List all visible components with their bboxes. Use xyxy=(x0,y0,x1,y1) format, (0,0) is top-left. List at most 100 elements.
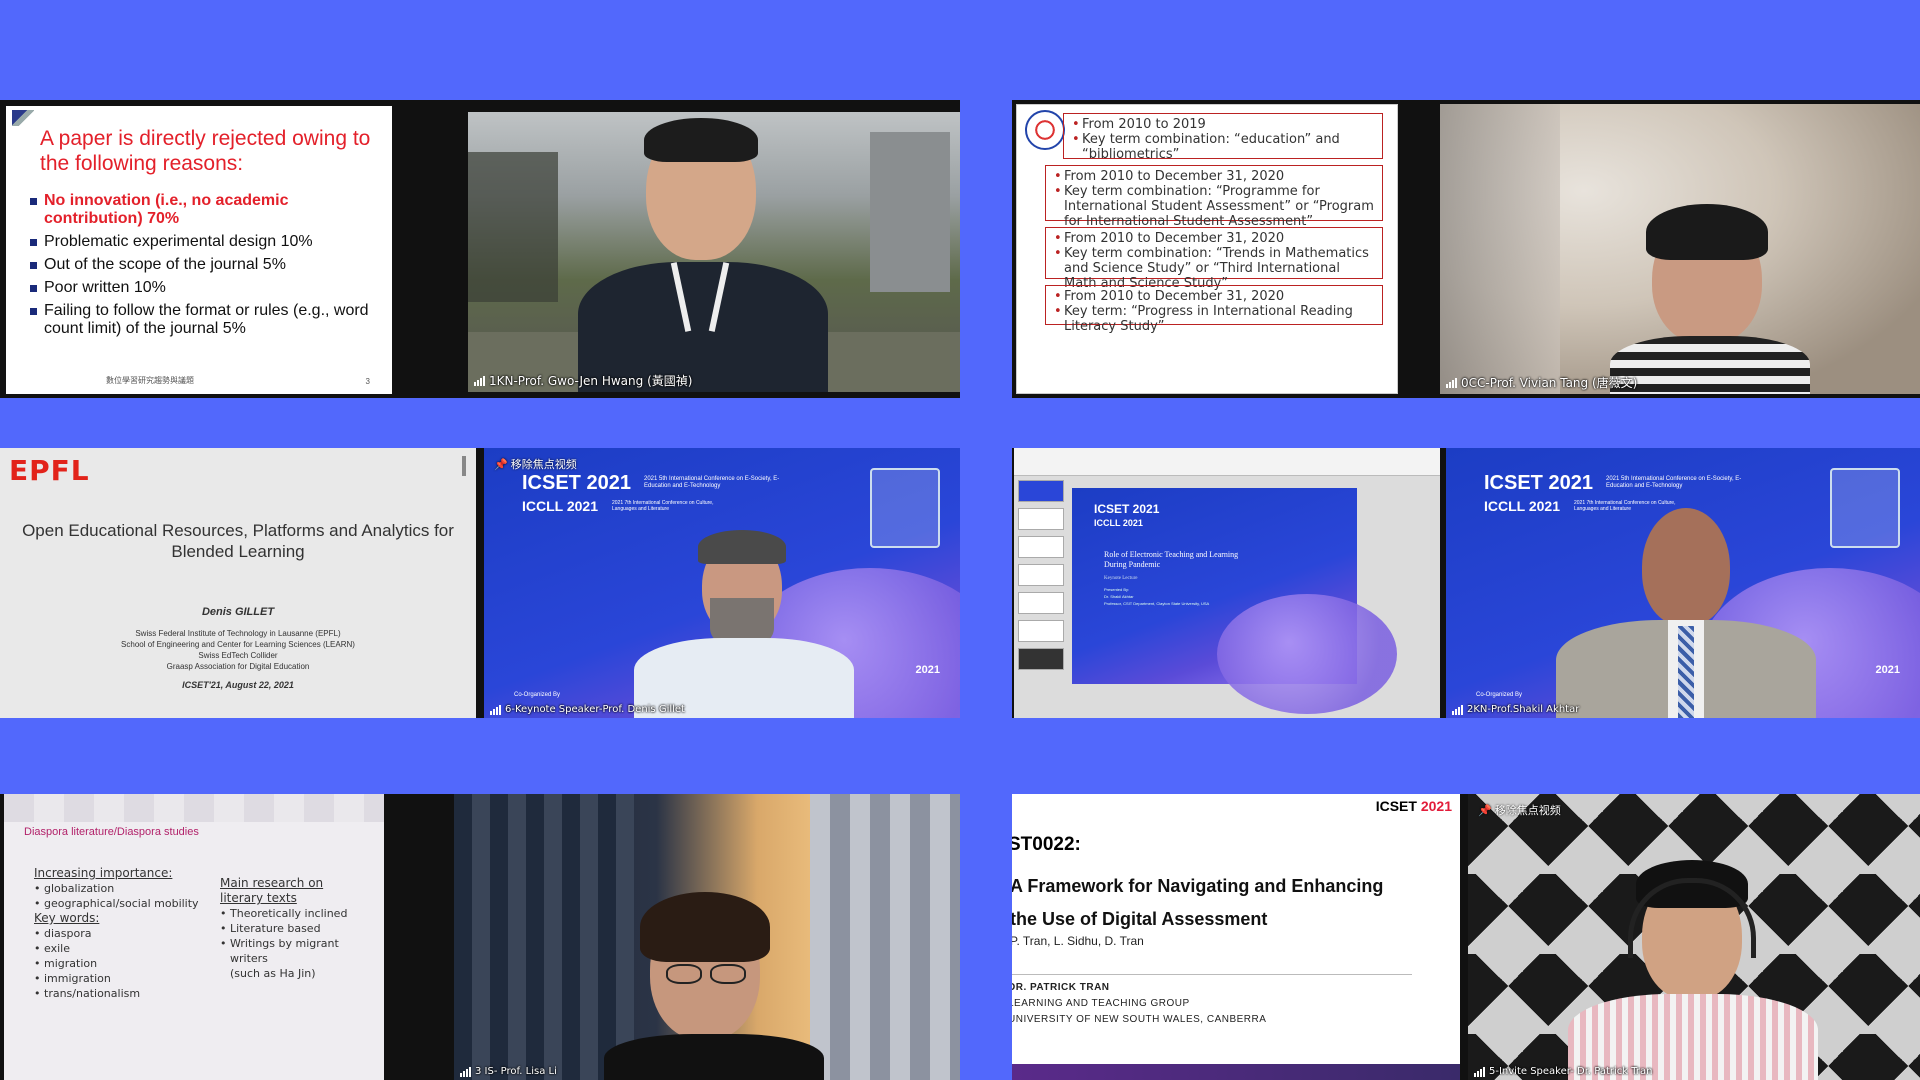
icset-subtitle: 2021 5th International Conference on E-S… xyxy=(644,476,780,489)
icset-title: ICSET 2021 xyxy=(522,472,631,494)
column-item: immigration xyxy=(34,971,214,986)
slide-affiliations: Swiss Federal Institute of Technology in… xyxy=(0,628,476,672)
paper-code: ST0022: xyxy=(1012,834,1081,855)
column-item: exile xyxy=(34,941,214,956)
participant-video-gillet[interactable]: ICSET 2021 2021 5th International Confer… xyxy=(484,448,960,718)
term-box-line: Key term: “Progress in International Rea… xyxy=(1054,304,1374,334)
presenter-line: Professor, CSIT Department, Clayton Stat… xyxy=(1104,601,1210,606)
term-box-line: From 2010 to December 31, 2020 xyxy=(1054,169,1374,184)
paper-authors: P. Tran, L. Sidhu, D. Tran xyxy=(1012,934,1144,948)
tile-tang[interactable]: From 2010 to 2019Key term combination: “… xyxy=(1012,100,1920,398)
computer-illustration-icon xyxy=(870,468,940,548)
lecture-title: Role of Electronic Teaching and Learning… xyxy=(1104,550,1239,581)
shared-slide-diaspora: Diaspora literature/Diaspora studies Inc… xyxy=(4,794,384,1080)
slide-page-number: 3 xyxy=(365,377,370,386)
tile-hwang[interactable]: A paper is directly rejected owing to th… xyxy=(0,100,960,398)
term-box-line: Key term combination: “Programme for Int… xyxy=(1054,184,1374,229)
affiliation-line: Swiss Federal Institute of Technology in… xyxy=(135,629,341,638)
participant-name-li: 3 IS- Prof. Lisa Li xyxy=(460,1066,557,1077)
slide-corner-logo xyxy=(12,110,34,126)
slide-left-column: Increasing importance:globalizationgeogr… xyxy=(34,866,214,1001)
slide-title: A paper is directly rejected owing to th… xyxy=(40,127,371,175)
column-item: diaspora xyxy=(34,926,214,941)
slide-bullet-list: No innovation (i.e., no academic contrib… xyxy=(30,192,390,343)
epfl-logo: EPFL xyxy=(9,454,90,487)
column-item: geographical/social mobility xyxy=(34,896,214,911)
column-heading: Main research on literary texts xyxy=(220,876,324,905)
icset-brand: ICSET 2021 xyxy=(1375,798,1452,814)
participant-name-tang: 0CC-Prof. Vivian Tang (唐薇文) xyxy=(1446,374,1637,391)
signal-icon xyxy=(1452,704,1463,715)
participant-video-tang[interactable]: 0CC-Prof. Vivian Tang (唐薇文) xyxy=(1440,104,1920,394)
term-box-line: From 2010 to December 31, 2020 xyxy=(1054,231,1374,246)
slide-bullet-item: Failing to follow the format or rules (e… xyxy=(30,302,390,338)
co-organized-label: Co-Organized By xyxy=(514,692,561,698)
lecture-presenter: Presented By: Dr. Shakil Akhtar Professor,… xyxy=(1104,586,1209,607)
shared-slide-rejection-reasons: A paper is directly rejected owing to th… xyxy=(6,106,392,394)
ppt-ribbon[interactable] xyxy=(1014,448,1440,476)
iccll-title: ICCLL 2021 xyxy=(522,498,598,514)
term-box-line: From 2010 to 2019 xyxy=(1072,117,1374,132)
term-box-line: From 2010 to December 31, 2020 xyxy=(1054,289,1374,304)
participant-video-hwang[interactable]: 1KN-Prof. Gwo-Jen Hwang (黃國禎) xyxy=(468,112,960,392)
signal-icon xyxy=(490,704,501,715)
university-logo-icon xyxy=(1025,110,1065,150)
slide-scrollbar xyxy=(462,456,466,476)
column-item: globalization xyxy=(34,881,214,896)
term-box: From 2010 to December 31, 2020Key term: … xyxy=(1045,285,1383,334)
column-heading: Increasing importance: xyxy=(34,866,173,880)
presenter-info: DR. PATRICK TRAN LEARNING AND TEACHING G… xyxy=(1012,982,1267,1025)
ppt-main-slide: ICSET 2021 ICCLL 2021 Role of Electronic… xyxy=(1072,488,1397,714)
term-box: From 2010 to 2019Key term combination: “… xyxy=(1063,113,1383,162)
tile-gillet[interactable]: EPFL Open Educational Resources, Platfor… xyxy=(0,448,960,718)
participant-name-gillet: 6-Keynote Speaker-Prof. Denis Gillet xyxy=(490,704,685,715)
signal-icon xyxy=(1446,377,1457,388)
unpin-video-button[interactable]: 📌 移除焦点视频 xyxy=(494,456,577,472)
affiliation-line: Graasp Association for Digital Education xyxy=(166,662,310,671)
term-box-line: Key term combination: “education” and “b… xyxy=(1072,132,1374,162)
presenter-line: Presented By: xyxy=(1104,587,1130,592)
shared-powerpoint-editor: ICSET 2021 ICCLL 2021 Role of Electronic… xyxy=(1014,448,1440,718)
tile-tran[interactable]: ICSET 2021 ST0022: A Framework for Navig… xyxy=(1012,794,1920,1080)
participant-video-li[interactable]: 3 IS- Prof. Lisa Li xyxy=(454,794,960,1080)
column-item: Theoretically inclined xyxy=(220,906,370,921)
tile-li[interactable]: Diaspora literature/Diaspora studies Inc… xyxy=(0,794,960,1080)
shared-slide-st0022: ICSET 2021 ST0022: A Framework for Navig… xyxy=(1012,794,1460,1080)
participant-name-tran: 5-Invite Speaker- Dr. Patrick Tran xyxy=(1474,1066,1652,1077)
slide-right-column: Main research on literary textsTheoretic… xyxy=(220,876,370,981)
slide-footer: 數位學習研究趨勢與議題 xyxy=(106,376,194,385)
slide-title: Diaspora literature/Diaspora studies xyxy=(24,826,199,838)
signal-icon xyxy=(460,1066,471,1077)
computer-illustration-icon xyxy=(1830,468,1900,548)
column-item: Writings by migrant writers xyxy=(220,936,370,966)
ppt-thumbnails[interactable] xyxy=(1018,480,1064,712)
signal-icon xyxy=(474,375,485,386)
slide-bullet-item: Problematic experimental design 10% xyxy=(30,233,390,251)
column-heading: Key words: xyxy=(34,911,100,925)
slide-bullet-item: Out of the scope of the journal 5% xyxy=(30,256,390,274)
affiliation-line: School of Engineering and Center for Lea… xyxy=(121,640,355,649)
column-note: (such as Ha Jin) xyxy=(230,967,316,980)
paper-title: A Framework for Navigating and Enhancing… xyxy=(1012,876,1384,929)
tile-akhtar[interactable]: ICSET 2021 ICCLL 2021 Role of Electronic… xyxy=(1012,448,1920,718)
participant-name-hwang: 1KN-Prof. Gwo-Jen Hwang (黃國禎) xyxy=(474,372,692,389)
slide-date: ICSET'21, August 22, 2021 xyxy=(182,680,294,690)
term-box: From 2010 to December 31, 2020Key term c… xyxy=(1045,227,1383,291)
participant-video-akhtar[interactable]: ICSET 2021 2021 5th International Confer… xyxy=(1446,448,1920,718)
slide-author: Denis GILLET xyxy=(201,606,275,618)
column-item: trans/nationalism xyxy=(34,986,214,1001)
slide-title: Open Educational Resources, Platforms an… xyxy=(22,521,454,561)
shared-slide-search-terms: From 2010 to 2019Key term combination: “… xyxy=(1016,104,1398,394)
pin-icon: 📌 xyxy=(1478,803,1492,817)
slide-bullet-item: Poor written 10% xyxy=(30,279,390,297)
slide-bullet-item: No innovation (i.e., no academic contrib… xyxy=(30,192,390,228)
column-item: migration xyxy=(34,956,214,971)
affiliation-line: Swiss EdTech Collider xyxy=(198,651,278,660)
participant-video-tran[interactable]: 📌 移除焦点视频 5-Invite Speaker- Dr. Patrick T… xyxy=(1468,794,1920,1080)
unpin-video-button[interactable]: 📌 移除焦点视频 xyxy=(1478,802,1561,818)
term-box: From 2010 to December 31, 2020Key term c… xyxy=(1045,165,1383,229)
pin-icon: 📌 xyxy=(494,457,508,471)
iccll-subtitle: 2021 7th International Conference on Cul… xyxy=(612,500,714,512)
conference-date: 2021 xyxy=(915,664,940,676)
participant-name-akhtar: 2KN-Prof.Shakil Akhtar xyxy=(1452,704,1579,715)
